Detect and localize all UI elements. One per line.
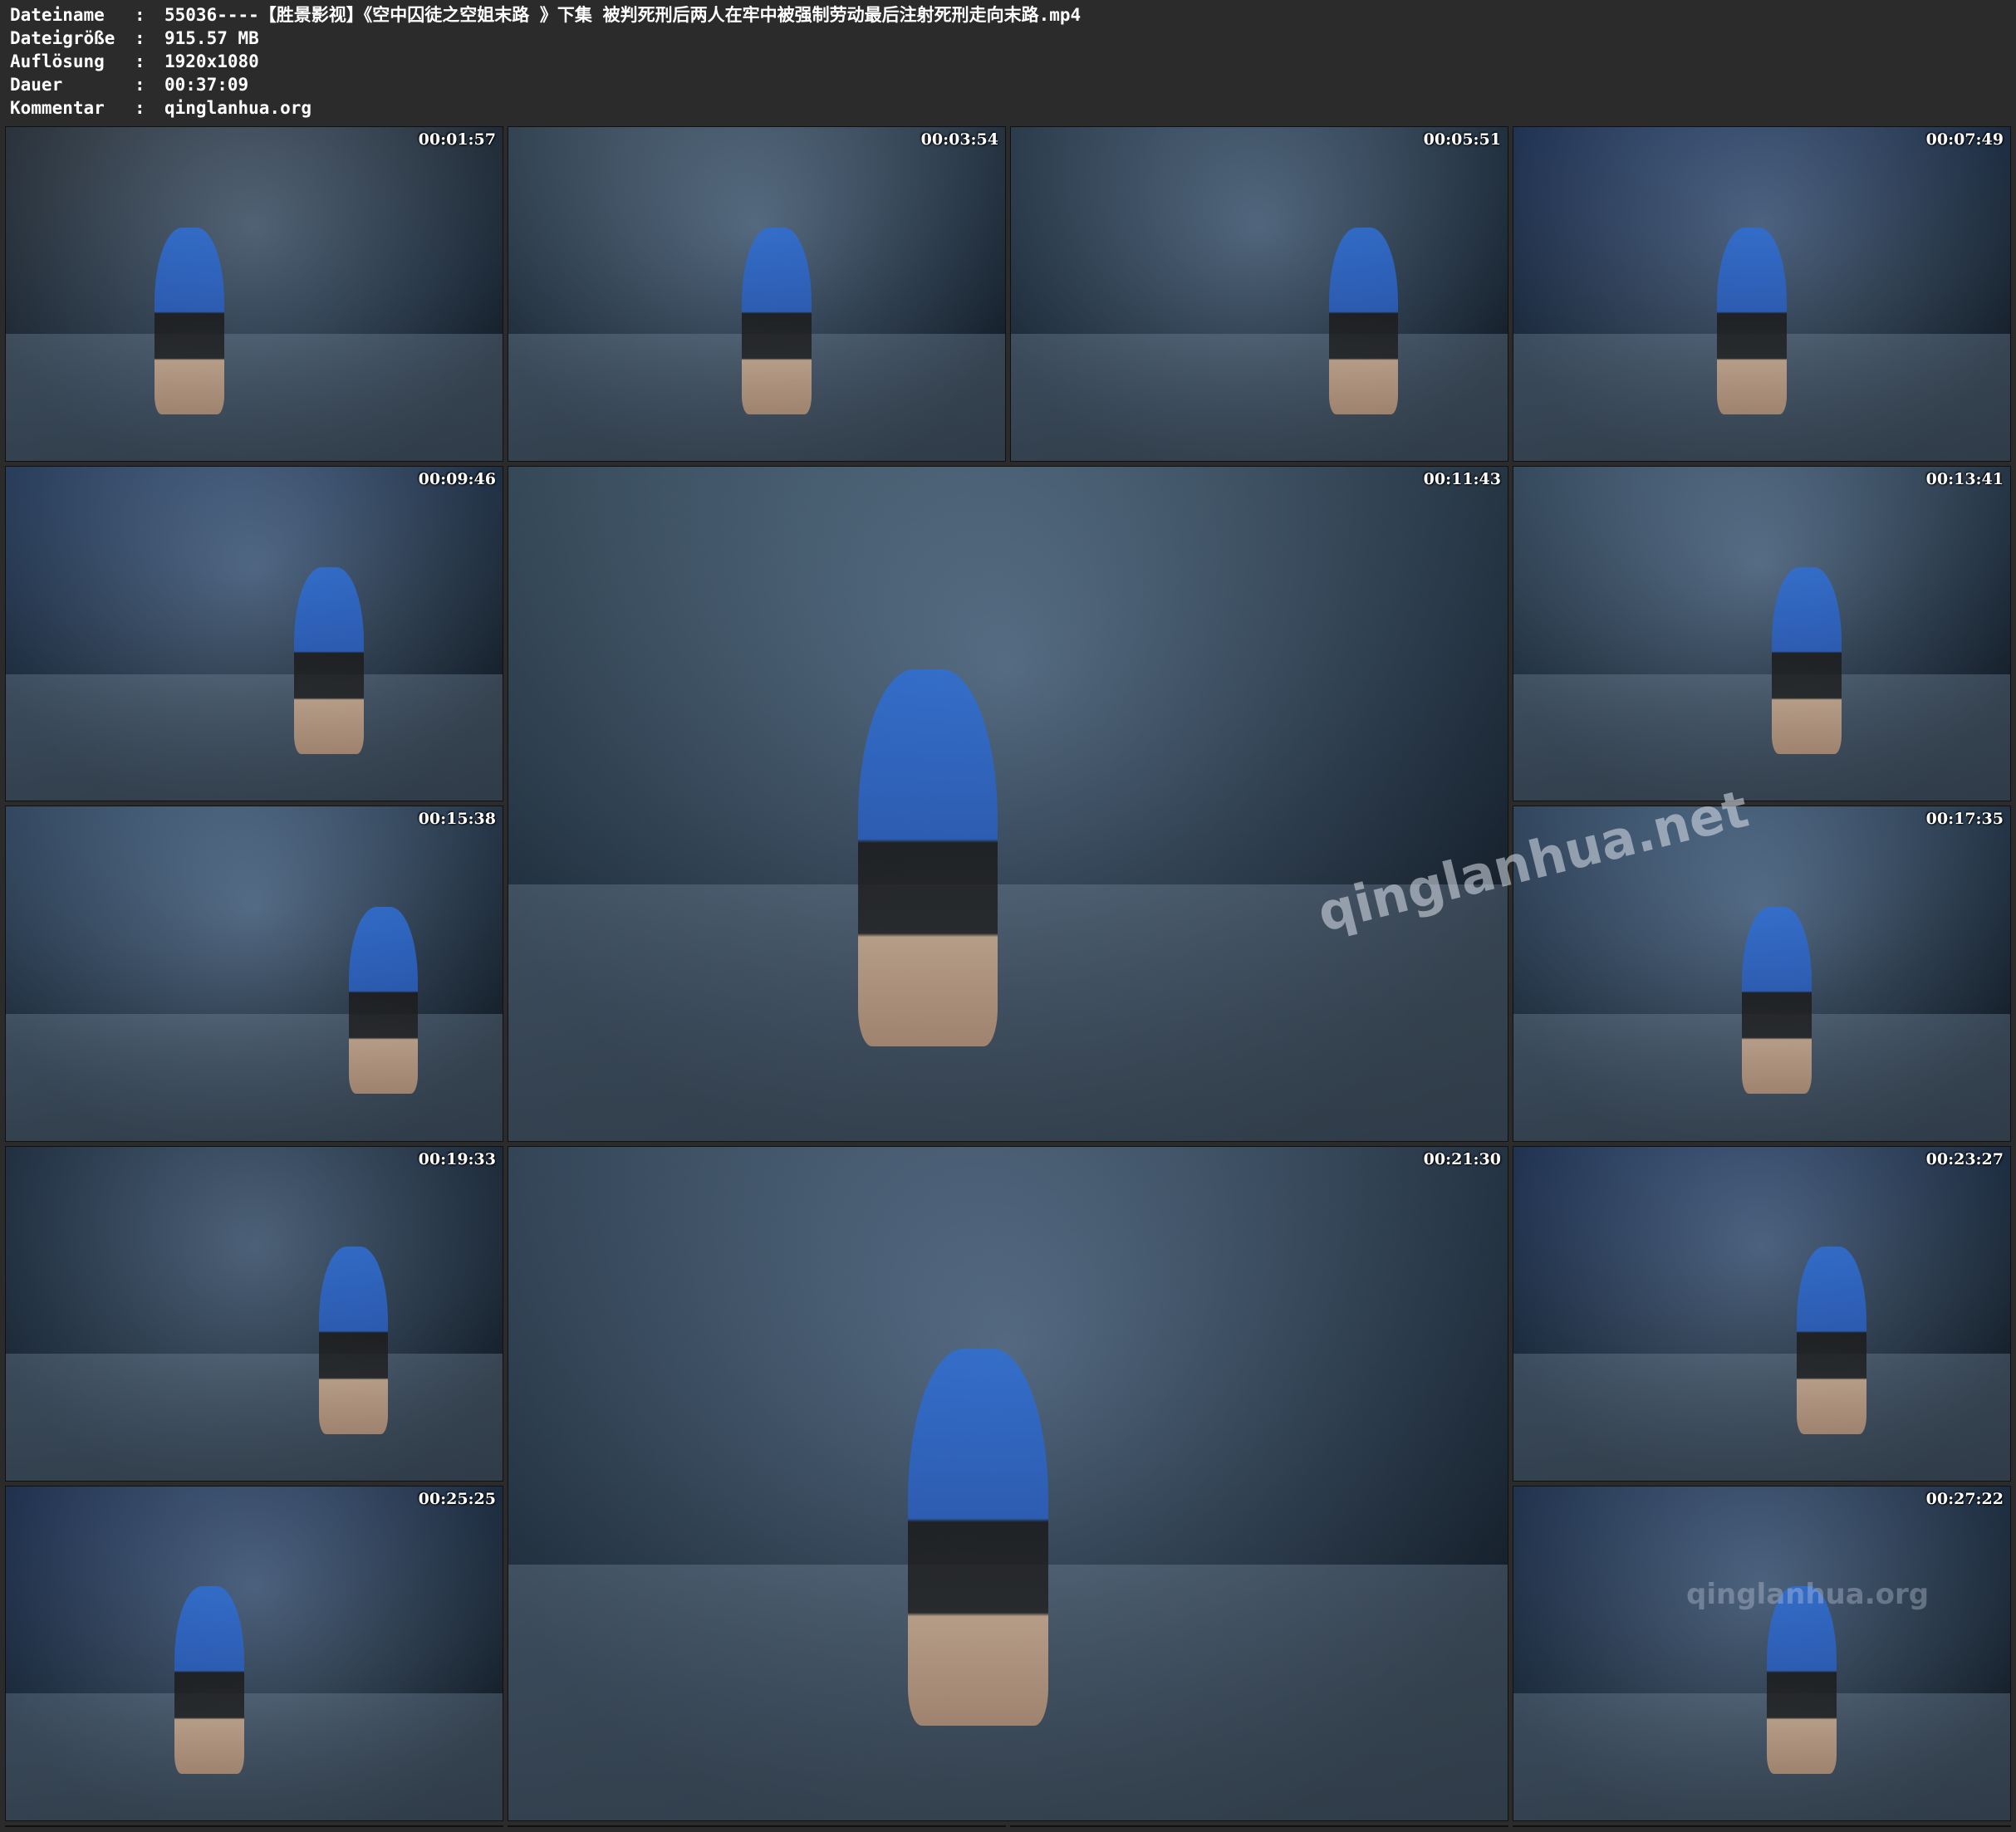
thumbnail-figure <box>1766 1586 1837 1774</box>
thumbnail-timestamp: 00:17:35 <box>1925 810 2004 829</box>
file-info-separator: : <box>135 5 145 25</box>
video-thumbnail: 00:01:57 <box>5 126 503 463</box>
thumbnail-figure <box>908 1349 1048 1727</box>
video-thumbnail: 00:23:27 <box>1513 1145 2011 1482</box>
thumbnail-timestamp: 00:09:46 <box>418 470 496 489</box>
thumbnail-grid: 00:01:57 00:03:54 00:05:51 00:07:49 00:09:46… <box>5 126 2011 1827</box>
video-thumbnail: 00:05:51 <box>1010 126 1508 463</box>
thumbnail-figure <box>858 669 998 1046</box>
thumbnail-figure <box>742 227 812 414</box>
thumbnail-figure <box>1771 566 1842 755</box>
file-info-key: Dateigröße <box>10 28 115 48</box>
video-thumbnail: 00:03:54 <box>508 126 1006 463</box>
file-info-key: Kommentar <box>10 98 105 118</box>
thumbnail-floor <box>1011 334 1508 462</box>
video-thumbnail: 00:07:49 <box>1513 126 2011 463</box>
file-info-row: Dauer : 00:37:09 <box>10 73 1081 96</box>
thumbnail-timestamp: 00:19:33 <box>418 1149 496 1168</box>
file-info-separator: : <box>135 28 145 48</box>
thumbnail-timestamp: 00:01:57 <box>418 130 496 149</box>
thumbnail-timestamp: 00:23:27 <box>1925 1149 2004 1168</box>
file-info-row: Kommentar : qinglanhua.org <box>10 96 1081 120</box>
thumbnail-timestamp: 00:25:25 <box>418 1489 496 1508</box>
thumbnail-floor <box>1513 1693 2010 1820</box>
file-info-value: 1920x1080 <box>164 51 259 71</box>
thumbnail-floor <box>1513 674 2010 801</box>
thumbnail-timestamp: 00:03:54 <box>920 130 998 149</box>
video-thumbnail: 00:31:17 <box>508 1825 1006 1827</box>
thumbnail-timestamp: 00:05:51 <box>1423 130 1501 149</box>
file-info-key: Dateiname <box>10 5 105 25</box>
video-thumbnail: 00:17:35 <box>1513 806 2011 1142</box>
thumbnail-timestamp: 00:11:43 <box>1423 470 1501 489</box>
file-info-value: 00:37:09 <box>164 75 249 95</box>
thumbnail-figure <box>1328 227 1399 414</box>
thumbnail-floor <box>6 334 503 462</box>
video-thumbnail: 00:21:30 <box>508 1145 1508 1821</box>
thumbnail-floor <box>6 1693 503 1820</box>
thumbnail-floor <box>508 884 1508 1141</box>
video-thumbnail: 00:33:14 <box>1010 1825 1508 1827</box>
video-thumbnail: 00:27:22 <box>1513 1485 2011 1821</box>
thumbnail-timestamp: 00:21:30 <box>1423 1149 1501 1168</box>
file-info-row: Dateigröße : 915.57 MB <box>10 27 1081 50</box>
file-info-value: qinglanhua.org <box>164 98 312 118</box>
thumbnail-timestamp: 00:27:22 <box>1925 1489 2004 1508</box>
thumbnail-figure <box>1717 227 1787 414</box>
thumbnail-figure <box>293 566 364 755</box>
file-info-value: 55036----【胜景影视】《空中囚徒之空姐末路 》下集 被判死刑后两人在牢中… <box>164 5 1082 25</box>
file-info-separator: : <box>135 51 145 71</box>
thumbnail-floor <box>6 1013 503 1141</box>
video-thumbnail: 00:19:33 <box>5 1145 503 1482</box>
thumbnail-timestamp: 00:07:49 <box>1925 130 2004 149</box>
thumbnail-figure <box>348 907 419 1095</box>
file-info-row: Dateiname : 55036----【胜景影视】《空中囚徒之空姐末路 》下… <box>10 3 1081 27</box>
thumbnail-timestamp: 00:13:41 <box>1925 470 2004 489</box>
video-thumbnail: 00:29:19 <box>5 1825 503 1827</box>
video-thumbnail: 00:11:43 <box>508 466 1508 1142</box>
thumbnail-floor <box>6 1353 503 1481</box>
thumbnail-floor <box>1513 1353 2010 1481</box>
video-thumbnail: 00:25:25 <box>5 1485 503 1821</box>
thumbnail-floor <box>6 674 503 801</box>
thumbnail-timestamp: 00:15:38 <box>418 810 496 829</box>
thumbnail-figure <box>1796 1247 1866 1434</box>
file-info-value: 915.57 MB <box>164 28 259 48</box>
thumbnail-figure <box>174 1586 245 1774</box>
file-info: Dateiname : 55036----【胜景影视】《空中囚徒之空姐末路 》下… <box>10 3 1081 120</box>
thumbnail-figure <box>155 227 225 414</box>
video-thumbnail: 00:15:38 <box>5 806 503 1142</box>
file-info-key: Dauer <box>10 75 63 95</box>
video-thumbnail: 00:09:46 <box>5 466 503 802</box>
thumbnail-figure <box>318 1247 389 1434</box>
file-info-row: Auflösung : 1920x1080 <box>10 50 1081 73</box>
video-thumbnail: 00:35:11 <box>1513 1825 2011 1827</box>
file-info-separator: : <box>135 75 145 95</box>
file-info-key: Auflösung <box>10 51 105 71</box>
video-thumbnail: 00:13:41 <box>1513 466 2011 802</box>
thumbnail-figure <box>1742 907 1812 1095</box>
file-info-separator: : <box>135 98 145 118</box>
